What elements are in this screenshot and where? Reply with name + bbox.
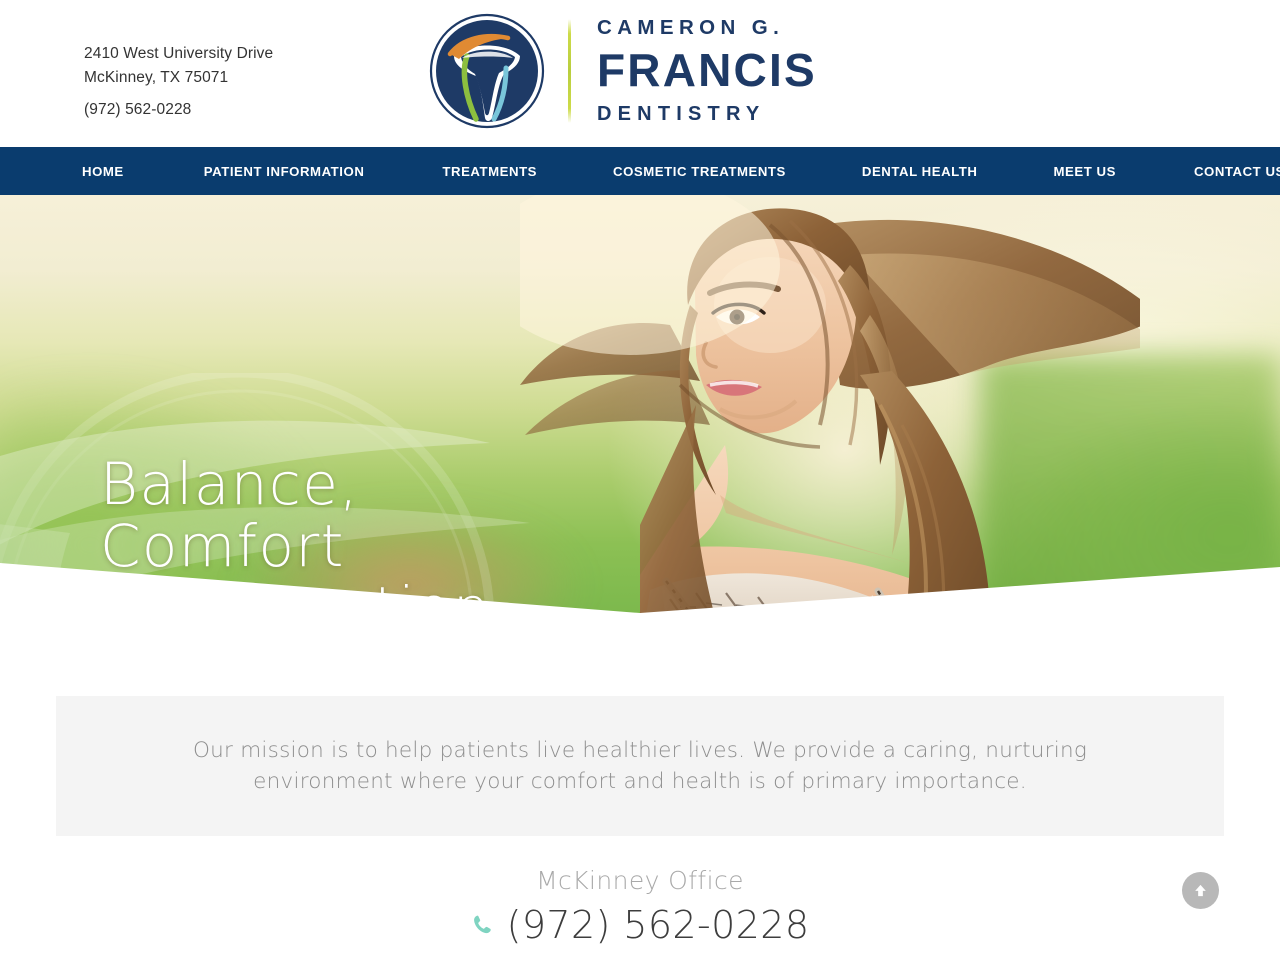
arrow-up-icon xyxy=(1195,884,1206,897)
phone-icon xyxy=(473,915,491,934)
nav-item-treatments[interactable]: TREATMENTS xyxy=(442,164,537,179)
footer-contact-section: McKinney Office (972) 562-0228 xyxy=(0,850,1280,960)
nav-item-meet-us[interactable]: MEET US xyxy=(1053,164,1115,179)
nav-item-dental-health[interactable]: DENTAL HEALTH xyxy=(862,164,978,179)
logo-wordmark: CAMERON G. FRANCIS DENTISTRY xyxy=(597,15,817,126)
site-logo[interactable]: CAMERON G. FRANCIS DENTISTRY xyxy=(428,12,840,130)
hero-headline-line-2: Comfort xyxy=(100,512,345,581)
logo-divider xyxy=(568,19,571,123)
header-contact-info: 2410 West University Drive McKinney, TX … xyxy=(84,42,273,122)
tooth-circle-logo-icon xyxy=(429,13,545,129)
header-phone[interactable]: (972) 562-0228 xyxy=(84,98,273,122)
nav-item-cosmetic-treatments[interactable]: COSMETIC TREATMENTS xyxy=(613,164,786,179)
nav-list: HOME PATIENT INFORMATION TREATMENTS COSM… xyxy=(0,164,1280,179)
nav-item-contact-us[interactable]: CONTACT US xyxy=(1194,164,1280,179)
logo-line-cameron: CAMERON G. xyxy=(597,15,785,39)
hero-headline-line-1: Balance, xyxy=(100,450,360,518)
mission-section: Our mission is to help patients live hea… xyxy=(0,655,1280,850)
nav-item-patient-information[interactable]: PATIENT INFORMATION xyxy=(204,164,365,179)
hero-banner: Balance, Comfort and Function xyxy=(0,195,1280,655)
office-label: McKinney Office xyxy=(536,866,744,895)
main-navigation: HOME PATIENT INFORMATION TREATMENTS COSM… xyxy=(0,147,1280,195)
site-header: 2410 West University Drive McKinney, TX … xyxy=(0,0,1280,147)
address-line-2: McKinney, TX 75071 xyxy=(84,68,229,86)
mission-statement: Our mission is to help patients live hea… xyxy=(193,737,1087,794)
footer-phone-number[interactable]: (972) 562-0228 xyxy=(507,903,810,947)
logo-line-dentistry: DENTISTRY xyxy=(597,103,766,126)
scroll-to-top-button[interactable] xyxy=(1182,872,1219,909)
address-line-1: 2410 West University Drive xyxy=(84,45,274,62)
footer-phone-row: (972) 562-0228 xyxy=(0,903,1280,947)
logo-line-francis: FRANCIS xyxy=(597,44,817,97)
mission-box: Our mission is to help patients live hea… xyxy=(56,696,1224,836)
nav-item-home[interactable]: HOME xyxy=(82,164,124,179)
